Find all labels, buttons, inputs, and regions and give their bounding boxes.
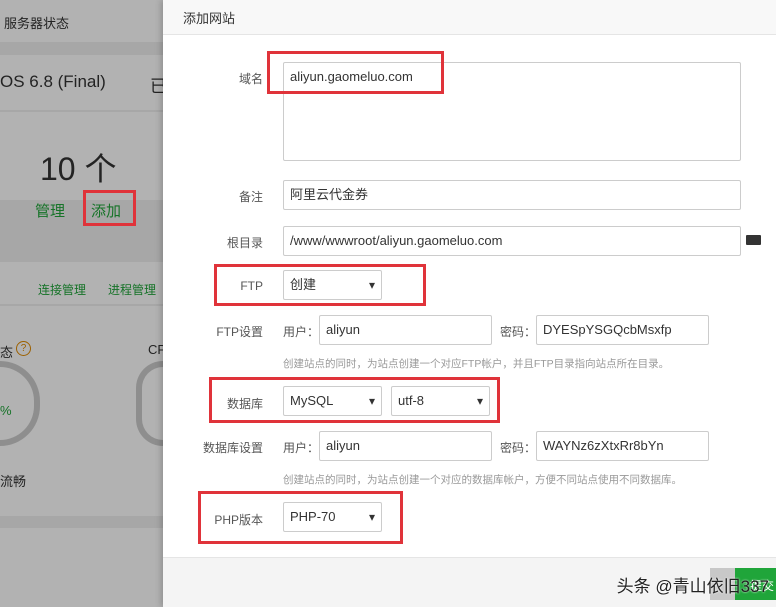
ftp-user-label: 用户： <box>282 325 319 339</box>
highlight-add <box>83 190 136 226</box>
domain-label: 域名 <box>238 72 263 86</box>
ftp-hint: 创建站点的同时，为站点创建一个对应FTP帐户，并且FTP目录指向站点所在目录。 <box>283 358 670 370</box>
ftp-pass-label: 密码： <box>499 325 536 339</box>
modal-title: 添加网站 <box>163 0 776 35</box>
watermark: 头条 @青山依旧337 <box>616 577 769 596</box>
db-hint: 创建站点的同时，为站点创建一个对应的数据库帐户，方便不同站点使用不同数据库。 <box>283 474 682 486</box>
modal-footer: 提交 头条 @青山依旧337 <box>163 557 776 607</box>
root-dir-input[interactable]: /www/wwwroot/aliyun.gaomeluo.com <box>283 226 741 256</box>
db-pass-label: 密码： <box>499 441 536 455</box>
note-label: 备注 <box>238 190 263 204</box>
folder-icon[interactable] <box>746 235 761 245</box>
note-input[interactable]: 阿里云代金券 <box>283 180 741 210</box>
db-pass-input[interactable]: WAYNz6zXtxRr8bYn <box>536 431 709 461</box>
highlight-ftp <box>214 264 426 306</box>
highlight-domain <box>267 51 444 94</box>
add-site-modal: 添加网站 域名 aliyun.gaomeluo.com 备注 阿里云代金券 根目… <box>163 0 776 607</box>
db-user-label: 用户： <box>282 441 319 455</box>
root-label: 根目录 <box>226 236 263 250</box>
ftp-pass-input[interactable]: DYESpYSGQcbMsxfp <box>536 315 709 345</box>
highlight-db <box>209 377 500 423</box>
highlight-php <box>198 491 403 544</box>
